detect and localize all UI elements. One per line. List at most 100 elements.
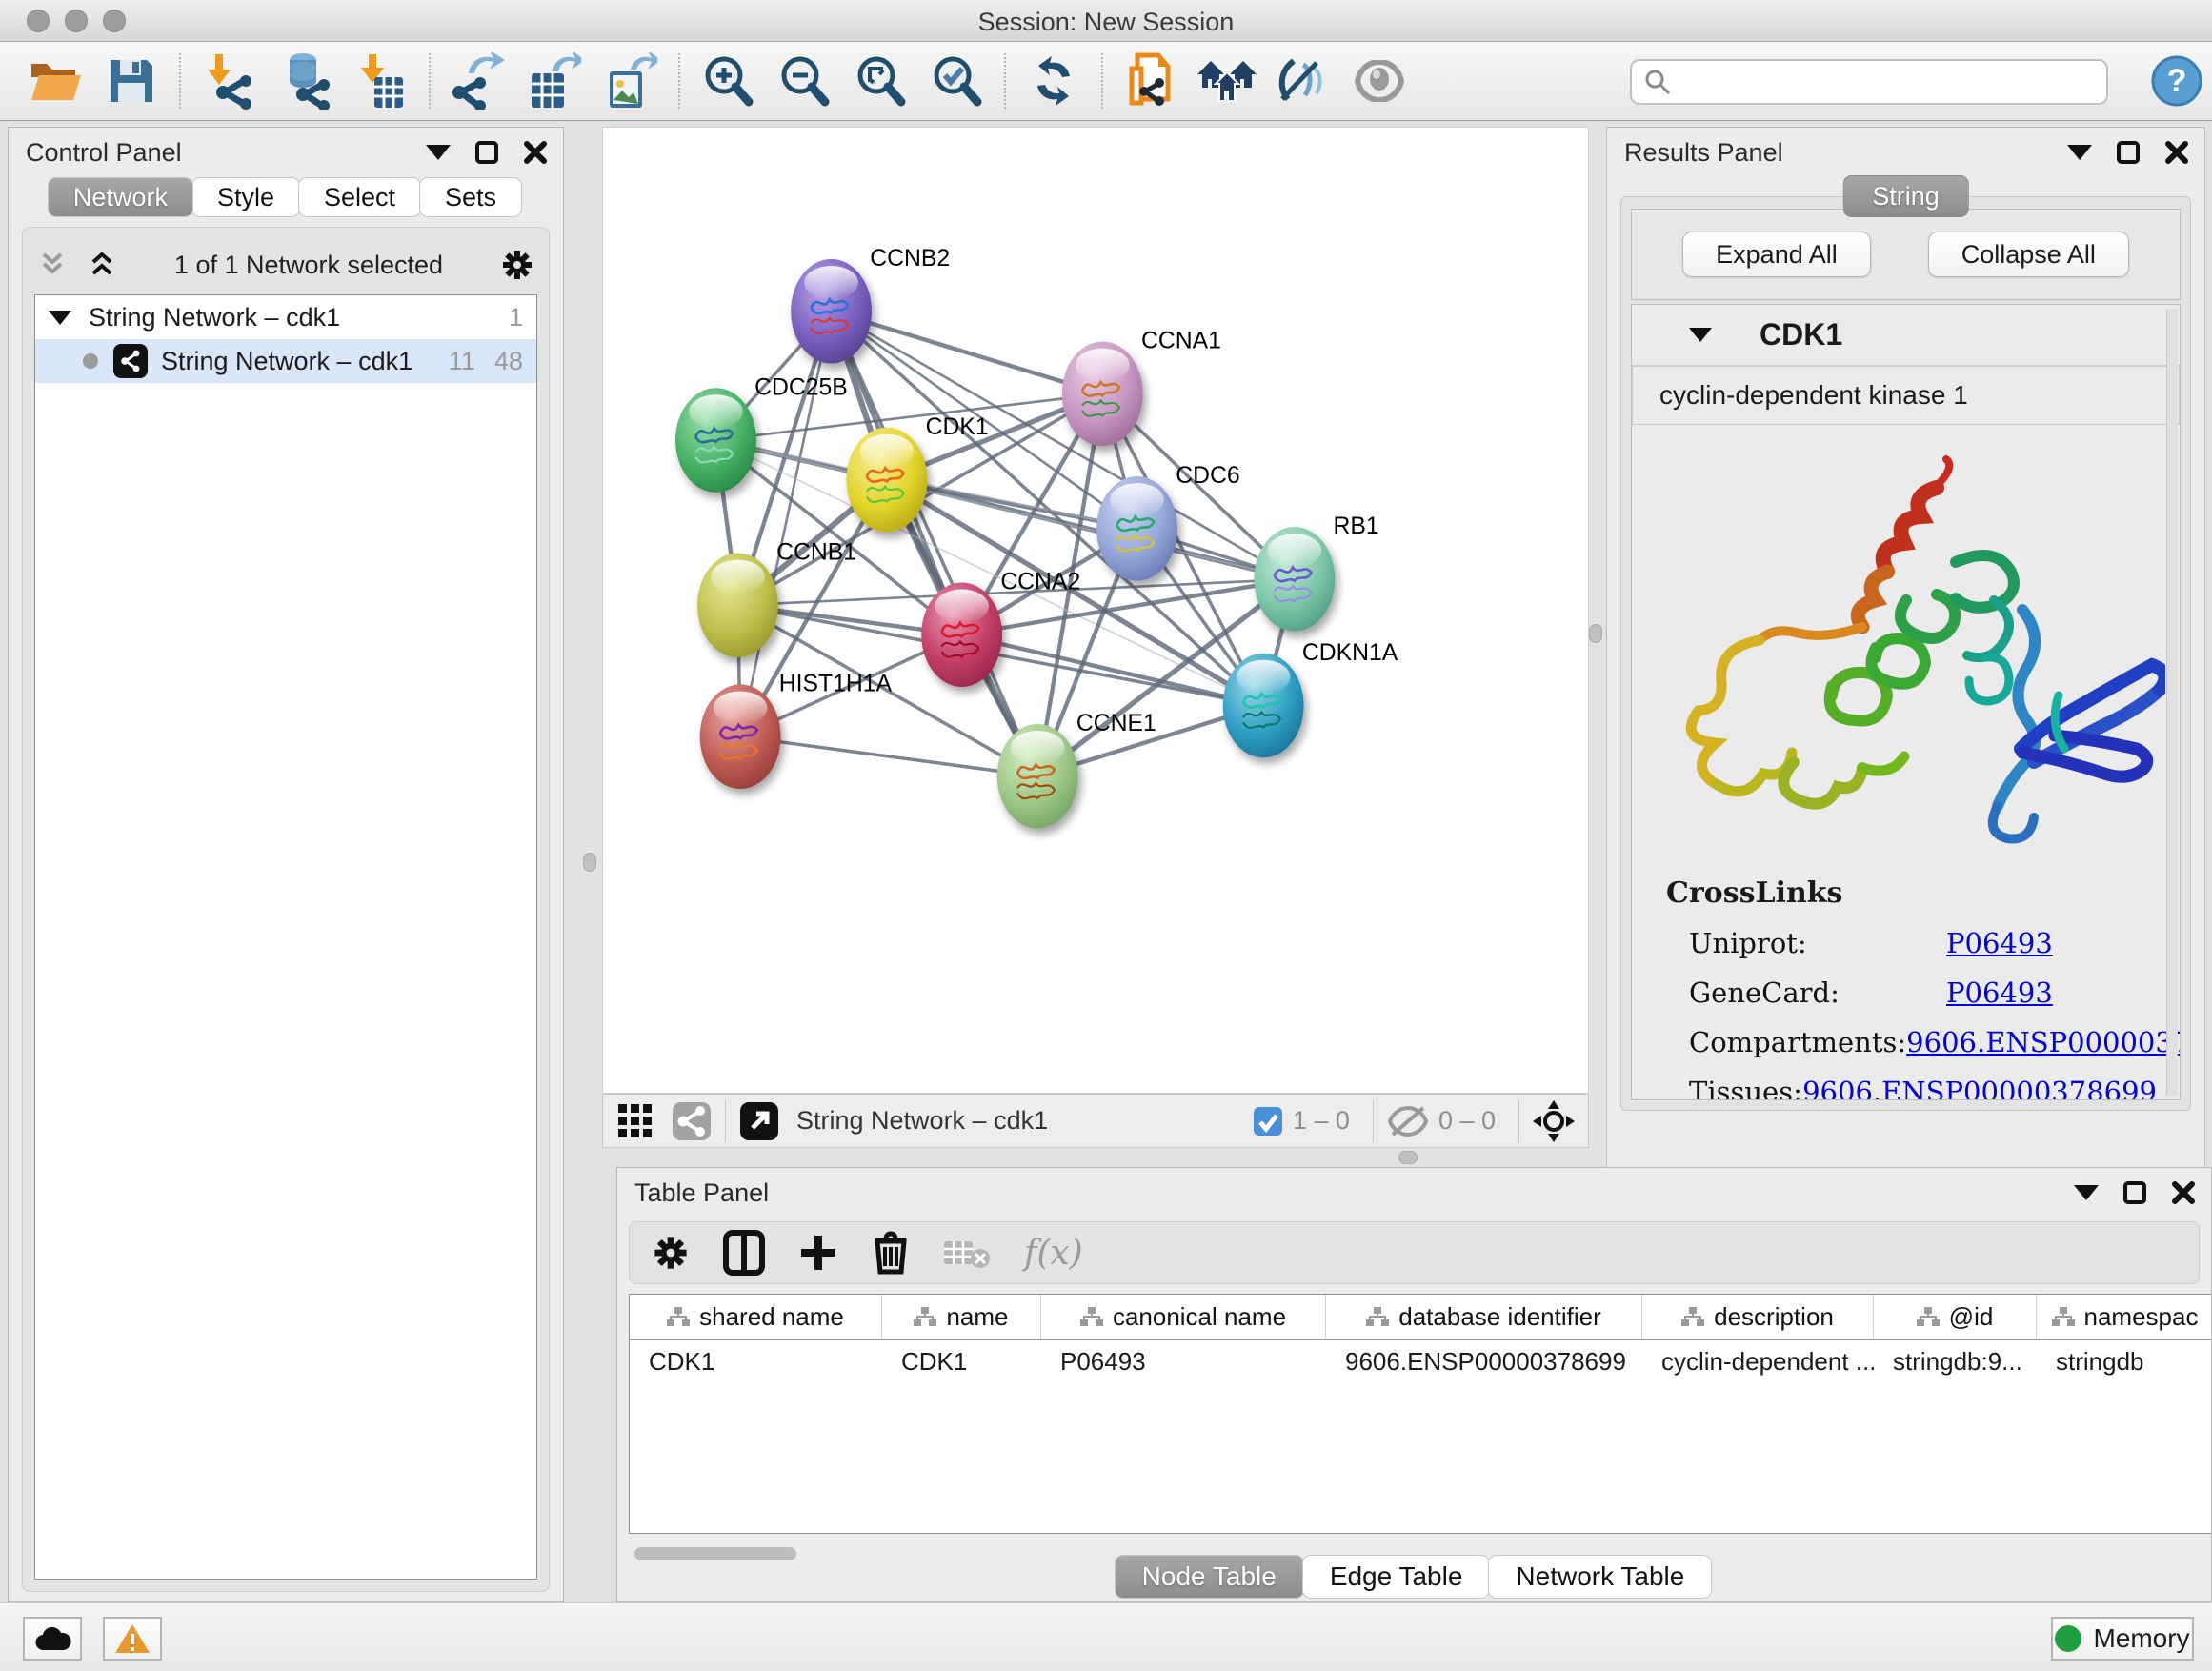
tab-sets[interactable]: Sets bbox=[419, 177, 522, 217]
home-networks-icon[interactable] bbox=[1195, 50, 1259, 111]
zoom-out-icon[interactable] bbox=[772, 50, 836, 111]
open-in-new-window-icon[interactable] bbox=[739, 1101, 779, 1141]
network-edge[interactable] bbox=[740, 736, 1037, 776]
show-columns-icon[interactable] bbox=[723, 1230, 765, 1276]
results-scrollbar[interactable] bbox=[2166, 309, 2178, 1096]
column-header-shared-name[interactable]: shared name bbox=[630, 1295, 882, 1339]
table-cell[interactable]: CDK1 bbox=[882, 1340, 1041, 1382]
network-options-gear-icon[interactable] bbox=[499, 247, 535, 283]
refresh-icon[interactable] bbox=[1021, 50, 1086, 111]
network-node-ccna1[interactable] bbox=[1062, 342, 1143, 447]
network-canvas[interactable]: CCNB2CCNA1CDC25BCDK1CDC6RB1CCNB1CCNA2CDK… bbox=[602, 127, 1589, 1094]
export-table-icon[interactable] bbox=[522, 50, 587, 111]
crosslink-link[interactable]: 9606.ENSP00000378699 bbox=[1802, 1076, 2157, 1100]
export-network-icon[interactable] bbox=[446, 50, 511, 111]
string-import-icon[interactable] bbox=[1118, 50, 1183, 111]
network-node-cdc6[interactable] bbox=[1096, 476, 1177, 581]
float-panel-icon[interactable] bbox=[2117, 141, 2140, 164]
tab-network-table[interactable]: Network Table bbox=[1488, 1555, 1712, 1599]
crosslink-link[interactable]: P06493 bbox=[1946, 927, 2053, 959]
network-node-ccnb1[interactable] bbox=[697, 553, 778, 657]
panel-menu-caret-icon[interactable] bbox=[2074, 1185, 2099, 1200]
network-node-cdk1[interactable] bbox=[847, 428, 928, 533]
left-splitter-handle[interactable] bbox=[583, 853, 596, 872]
panel-menu-caret-icon[interactable] bbox=[426, 145, 451, 160]
show-eye-icon[interactable] bbox=[1347, 50, 1412, 111]
network-edge[interactable] bbox=[832, 312, 1038, 776]
tab-string[interactable]: String bbox=[1842, 175, 1969, 217]
table-row[interactable]: CDK1CDK1P064939606.ENSP00000378699cyclin… bbox=[630, 1340, 2211, 1382]
tab-select[interactable]: Select bbox=[298, 177, 421, 217]
search-input[interactable] bbox=[1630, 59, 2108, 105]
tab-node-table[interactable]: Node Table bbox=[1115, 1555, 1304, 1599]
network-edge[interactable] bbox=[962, 634, 1264, 705]
add-column-icon[interactable] bbox=[797, 1232, 839, 1274]
expand-all-button[interactable]: Expand All bbox=[1682, 232, 1871, 277]
column-header-database-identifier[interactable]: database identifier bbox=[1326, 1295, 1642, 1339]
table-options-gear-icon[interactable] bbox=[651, 1233, 691, 1273]
horizontal-splitter-handle[interactable] bbox=[1398, 1151, 1418, 1164]
network-node-hist1h1a[interactable] bbox=[700, 684, 781, 789]
column-header-namespac[interactable]: namespac bbox=[2037, 1295, 2211, 1339]
node-label-ccna2: CCNA2 bbox=[1000, 570, 1080, 595]
table-cell[interactable]: stringdb:9... bbox=[1874, 1340, 2037, 1382]
tab-network[interactable]: Network bbox=[48, 177, 193, 217]
crosslink-link[interactable]: 9606.ENSP00000378699 bbox=[1906, 1026, 2181, 1058]
collapse-all-button[interactable]: Collapse All bbox=[1928, 232, 2129, 277]
selected-checkbox-icon[interactable] bbox=[1253, 1106, 1283, 1137]
import-table-icon[interactable] bbox=[349, 50, 413, 111]
network-node-cdkn1a[interactable] bbox=[1223, 654, 1304, 758]
column-header-name[interactable]: name bbox=[882, 1295, 1041, 1339]
table-cell[interactable]: CDK1 bbox=[630, 1340, 882, 1382]
tab-edge-table[interactable]: Edge Table bbox=[1302, 1555, 1491, 1599]
float-panel-icon[interactable] bbox=[2123, 1181, 2146, 1204]
import-network-file-icon[interactable] bbox=[196, 50, 261, 111]
collapse-all-chevrons-icon[interactable] bbox=[36, 249, 69, 281]
expand-all-chevrons-icon[interactable] bbox=[86, 249, 118, 281]
collapse-entry-caret-icon[interactable] bbox=[1689, 328, 1712, 342]
right-splitter-handle[interactable] bbox=[1589, 624, 1602, 643]
close-panel-icon[interactable] bbox=[2164, 140, 2189, 165]
table-cell[interactable]: cyclin-dependent ... bbox=[1642, 1340, 1874, 1382]
close-panel-icon[interactable] bbox=[2171, 1180, 2196, 1205]
network-node-cdc25b[interactable] bbox=[675, 388, 756, 493]
pan-crosshair-icon[interactable] bbox=[1533, 1100, 1575, 1142]
table-cell[interactable]: P06493 bbox=[1041, 1340, 1326, 1382]
network-node-ccna2[interactable] bbox=[921, 582, 1002, 687]
birdseye-grid-icon[interactable] bbox=[616, 1102, 654, 1140]
float-panel-icon[interactable] bbox=[475, 141, 498, 164]
warning-status-button[interactable] bbox=[103, 1617, 162, 1661]
help-button[interactable]: ? bbox=[2151, 55, 2202, 111]
network-node-ccnb2[interactable] bbox=[791, 259, 872, 364]
tree-expand-caret-icon[interactable] bbox=[49, 311, 71, 325]
save-session-icon[interactable] bbox=[99, 50, 164, 111]
table-cell[interactable]: 9606.ENSP00000378699 bbox=[1326, 1340, 1642, 1382]
crosslink-link[interactable]: P06493 bbox=[1946, 976, 2053, 1009]
column-header-canonical-name[interactable]: canonical name bbox=[1041, 1295, 1326, 1339]
column-header-description[interactable]: description bbox=[1642, 1295, 1874, 1339]
export-image-icon[interactable] bbox=[598, 50, 663, 111]
node-table[interactable]: shared namenamecanonical namedatabase id… bbox=[629, 1294, 2211, 1534]
network-row-selected[interactable]: String Network – cdk1 11 48 bbox=[35, 339, 536, 383]
import-network-database-icon[interactable] bbox=[272, 50, 337, 111]
table-cell[interactable]: stringdb bbox=[2037, 1340, 2211, 1382]
network-node-ccne1[interactable] bbox=[997, 724, 1078, 829]
close-panel-icon[interactable] bbox=[523, 140, 548, 165]
network-share-icon[interactable] bbox=[672, 1101, 712, 1141]
network-collection-row[interactable]: String Network – cdk1 1 bbox=[35, 295, 536, 339]
delete-column-icon[interactable] bbox=[872, 1230, 910, 1276]
zoom-selected-icon[interactable] bbox=[924, 50, 989, 111]
open-session-icon[interactable] bbox=[23, 50, 88, 111]
zoom-in-icon[interactable] bbox=[695, 50, 760, 111]
zoom-fit-icon[interactable] bbox=[848, 50, 913, 111]
panel-menu-caret-icon[interactable] bbox=[2067, 145, 2092, 160]
network-node-rb1[interactable] bbox=[1254, 527, 1335, 632]
network-edge[interactable] bbox=[832, 312, 1103, 394]
function-builder-icon: f(x) bbox=[1024, 1234, 1083, 1273]
cloud-status-button[interactable] bbox=[23, 1617, 82, 1661]
hidden-eye-icon[interactable] bbox=[1387, 1104, 1429, 1138]
hide-panel-glasses-icon[interactable] bbox=[1271, 50, 1336, 111]
column-header--id[interactable]: @id bbox=[1874, 1295, 2037, 1339]
memory-button[interactable]: Memory bbox=[2051, 1617, 2194, 1661]
tab-style[interactable]: Style bbox=[191, 177, 300, 217]
